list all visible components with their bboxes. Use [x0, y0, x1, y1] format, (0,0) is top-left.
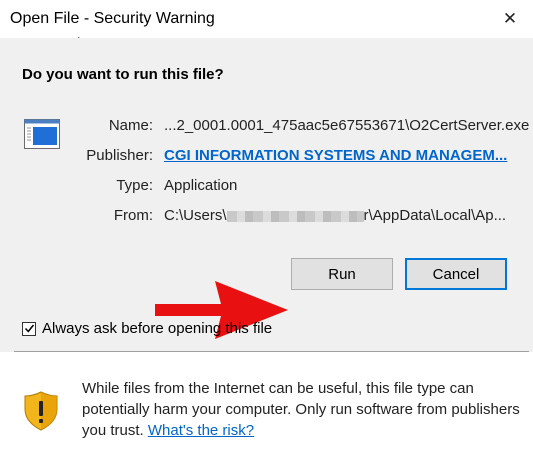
always-ask-label: Always ask before opening this file	[42, 320, 273, 337]
run-button[interactable]: Run	[291, 258, 393, 290]
close-icon: ✕	[502, 9, 518, 28]
dialog-question: Do you want to run this file?	[22, 66, 224, 83]
name-label: Name:	[108, 117, 153, 134]
from-label: From:	[113, 207, 153, 224]
warning-footer: While files from the Internet can be use…	[0, 352, 533, 451]
title-bar: Open File - Security Warning ✕	[0, 0, 533, 38]
always-ask-checkbox-row[interactable]: Always ask before opening this file	[22, 320, 272, 337]
file-name-value: ...2_0001.0001_475aac5e67553671\O2CertSe…	[164, 117, 530, 134]
warning-shield-icon	[24, 391, 58, 431]
dialog-body: Do you want to run this file? Name: ...2…	[0, 38, 533, 343]
from-path-suffix: r\AppData\Local\Ap...	[363, 207, 507, 224]
publisher-link[interactable]: CGI INFORMATION SYSTEMS AND MANAGEM...	[164, 147, 507, 164]
warning-message: While files from the Internet can be use…	[82, 378, 522, 441]
cancel-button[interactable]: Cancel	[405, 258, 507, 290]
from-value: C:\Users\ r\AppData\Local\Ap...	[164, 207, 506, 224]
checkmark-icon	[24, 324, 34, 333]
window-title: Open File - Security Warning	[10, 10, 215, 27]
publisher-label: Publisher:	[86, 147, 153, 164]
type-value: Application	[164, 177, 238, 194]
close-button[interactable]: ✕	[487, 0, 533, 38]
always-ask-checkbox[interactable]	[22, 321, 36, 336]
redacted-username	[226, 210, 364, 222]
from-path-prefix: C:\Users\	[164, 207, 227, 224]
type-label: Type:	[116, 177, 153, 194]
whats-the-risk-link[interactable]: What's the risk?	[148, 422, 254, 439]
